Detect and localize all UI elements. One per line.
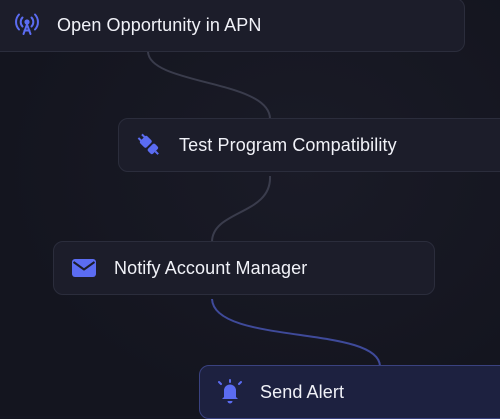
workflow-node-open-opportunity[interactable]: Open Opportunity in APN (0, 0, 465, 52)
node-label: Notify Account Manager (114, 257, 308, 278)
workflow-node-send-alert[interactable]: Send Alert (199, 365, 500, 419)
connector-1-2 (147, 51, 271, 120)
node-label: Open Opportunity in APN (57, 14, 262, 35)
plug-icon (135, 131, 163, 159)
connector-3-4 (211, 298, 381, 367)
connector-2-3 (211, 175, 272, 243)
broadcast-antenna-icon (13, 11, 41, 39)
node-label: Test Program Compatibility (179, 134, 397, 155)
workflow-canvas: Open Opportunity in APN Test Program Com… (0, 0, 500, 419)
workflow-node-test-program[interactable]: Test Program Compatibility (118, 118, 500, 172)
bell-alert-icon (216, 378, 244, 406)
envelope-icon (70, 254, 98, 282)
workflow-node-notify-manager[interactable]: Notify Account Manager (53, 241, 435, 295)
node-label: Send Alert (260, 381, 345, 402)
workflow-connectors (147, 51, 381, 367)
